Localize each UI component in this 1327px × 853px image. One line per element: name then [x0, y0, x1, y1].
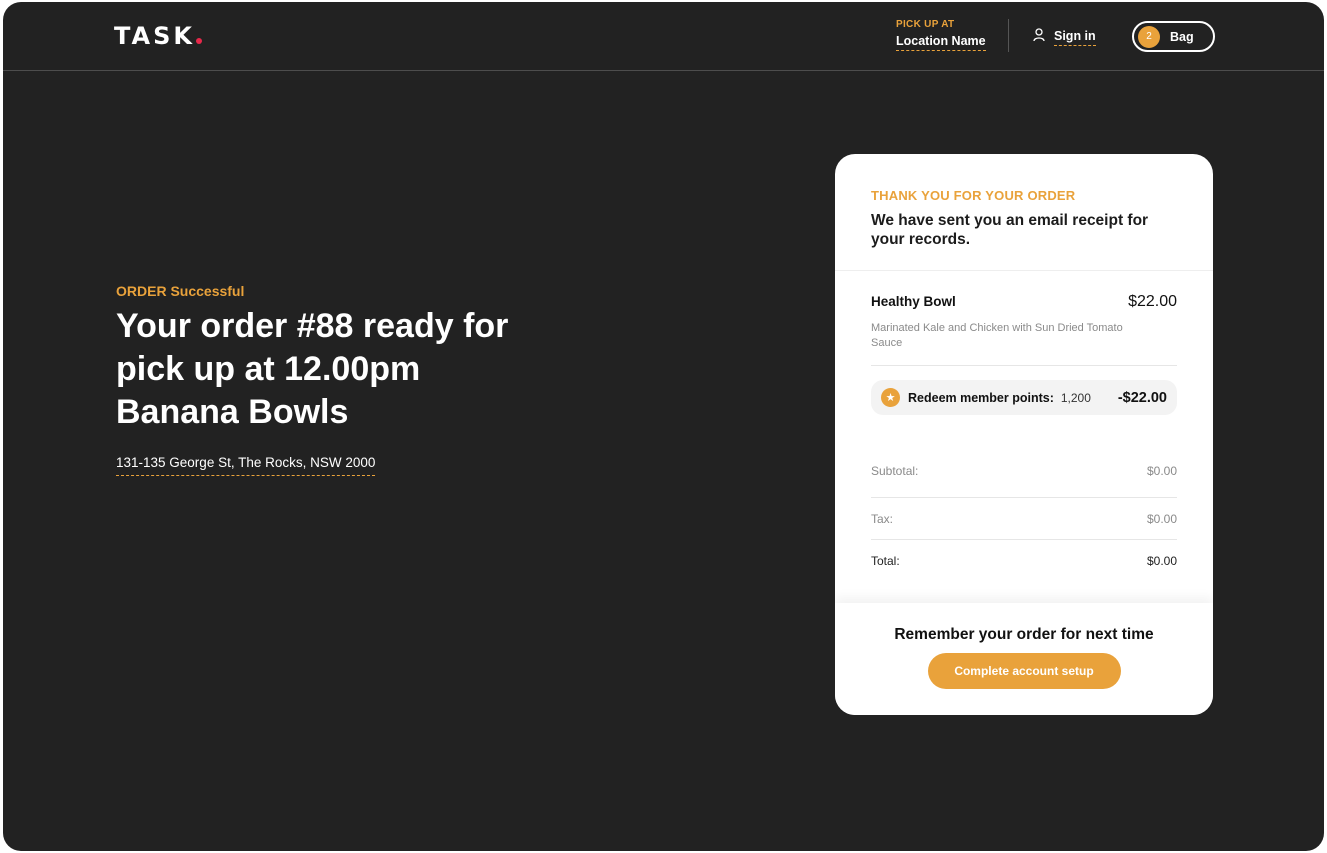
- user-icon: [1033, 28, 1045, 47]
- thank-you-label: THANK YOU FOR YOUR ORDER: [871, 188, 1076, 203]
- pickup-label: PICK UP AT: [896, 19, 955, 30]
- subtotal-value: $0.00: [1146, 464, 1177, 478]
- receipt-card: THANK YOU FOR YOUR ORDER We have sent yo…: [835, 154, 1213, 715]
- item-price: $22.00: [1128, 293, 1177, 310]
- logo-text: TASK: [114, 22, 195, 50]
- logo-dot: [195, 38, 202, 44]
- header-divider: [1008, 19, 1009, 52]
- receipt-header: THANK YOU FOR YOUR ORDER We have sent yo…: [835, 154, 1213, 271]
- tax-row: Tax: $0.00: [871, 498, 1177, 540]
- subtotal-label: Subtotal:: [871, 464, 919, 478]
- order-status-label: ORDER Successful: [116, 283, 245, 299]
- total-row: Total: $0.00: [871, 540, 1177, 582]
- totals-section: Subtotal: $0.00 Tax: $0.00 Total: $0.00: [835, 415, 1213, 582]
- top-navigation: TASK PICK UP AT Location Name Sign in 2 …: [3, 2, 1324, 71]
- pickup-location-selector[interactable]: PICK UP AT Location Name: [896, 19, 986, 51]
- star-icon: ★: [881, 388, 900, 407]
- remember-order-heading: Remember your order for next time: [894, 626, 1154, 643]
- account-setup-footer: Remember your order for next time Comple…: [835, 603, 1213, 715]
- redeem-points-row[interactable]: ★ Redeem member points: 1,200 -$22.00: [871, 380, 1177, 415]
- complete-account-setup-button[interactable]: Complete account setup: [927, 653, 1121, 689]
- pickup-location-name[interactable]: Location Name: [896, 34, 986, 51]
- store-address-link[interactable]: 131-135 George St, The Rocks, NSW 2000: [116, 455, 376, 476]
- sign-in-label: Sign in: [1054, 29, 1096, 46]
- redeem-points-value: 1,200: [1060, 390, 1091, 405]
- bag-count-badge: 2: [1138, 25, 1160, 48]
- bag-button[interactable]: 2 Bag: [1132, 21, 1215, 52]
- bag-label: Bag: [1170, 29, 1194, 44]
- app-frame: TASK PICK UP AT Location Name Sign in 2 …: [3, 2, 1324, 851]
- order-confirmation-hero: ORDER Successful Your order #88 ready fo…: [116, 283, 536, 476]
- tax-value: $0.00: [1146, 511, 1177, 526]
- order-headline: Your order #88 ready for pick up at 12.0…: [116, 307, 509, 431]
- total-value: $0.00: [1146, 554, 1177, 568]
- subtotal-row: Subtotal: $0.00: [871, 457, 1177, 498]
- item-divider: [871, 365, 1177, 366]
- sign-in-link[interactable]: Sign in: [1033, 28, 1096, 47]
- order-item: Healthy Bowl $22.00 Marinated Kale and C…: [835, 271, 1213, 415]
- redeem-amount: -$22.00: [1117, 389, 1167, 406]
- total-label: Total:: [871, 554, 900, 568]
- item-name: Healthy Bowl: [871, 294, 956, 309]
- redeem-label: Redeem member points:: [908, 390, 1054, 405]
- item-description: Marinated Kale and Chicken with Sun Drie…: [871, 322, 1123, 349]
- email-receipt-message: We have sent you an email receipt for yo…: [871, 212, 1149, 248]
- tax-label: Tax:: [871, 511, 894, 526]
- task-logo[interactable]: TASK: [114, 22, 202, 50]
